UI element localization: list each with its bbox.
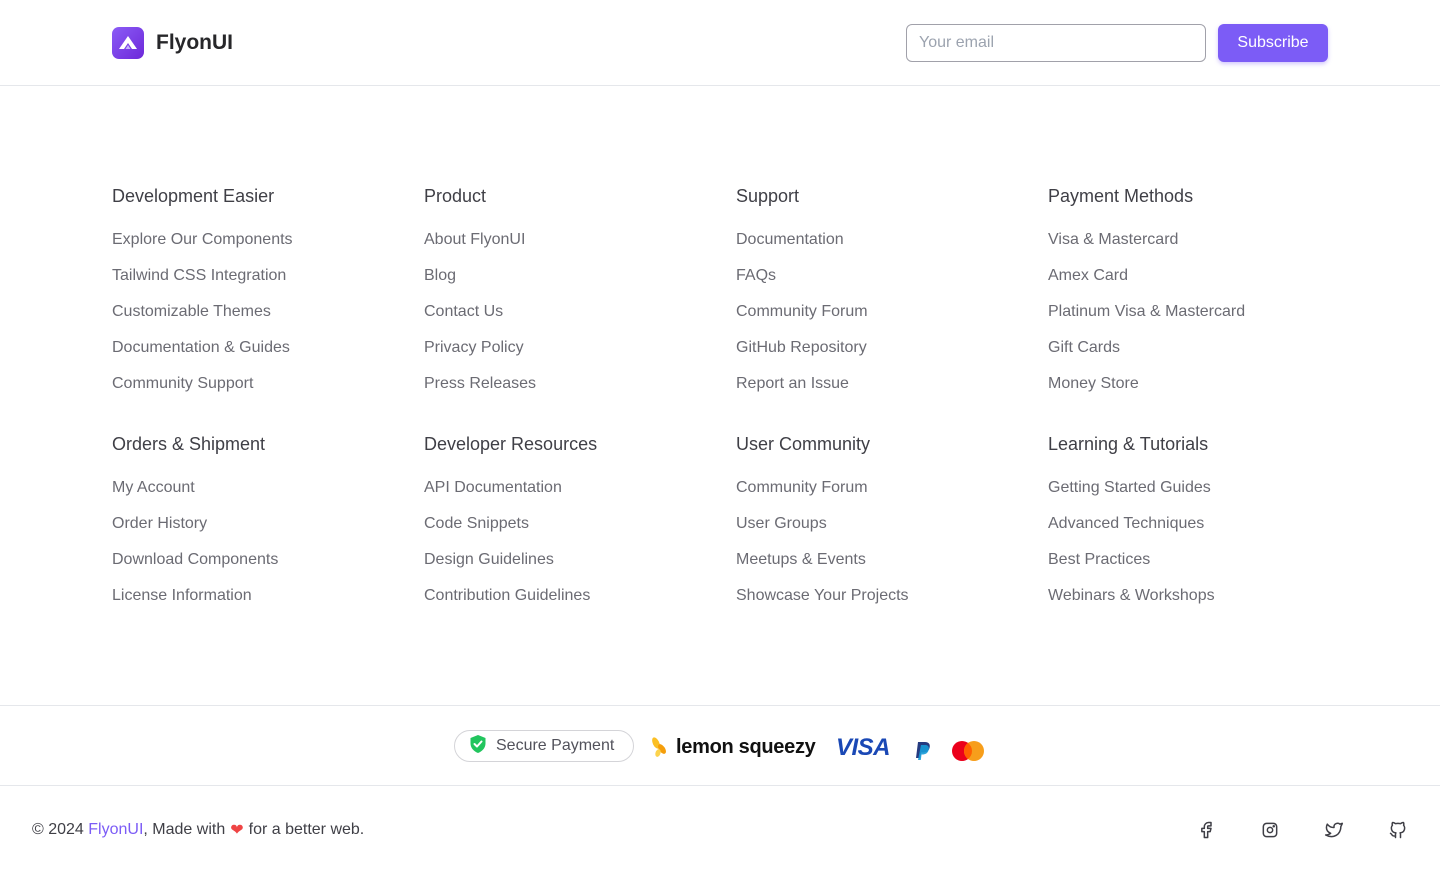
footer-link[interactable]: Code Snippets xyxy=(424,515,529,532)
footer-link[interactable]: Getting Started Guides xyxy=(1048,479,1211,496)
subscribe-form: Subscribe xyxy=(906,24,1328,62)
twitter-icon[interactable] xyxy=(1324,820,1344,840)
column-title: Payment Methods xyxy=(1048,186,1194,206)
footer-link[interactable]: About FlyonUI xyxy=(424,231,525,248)
brand-name: FlyonUI xyxy=(156,31,233,54)
mastercard-logo xyxy=(951,740,985,767)
github-icon[interactable] xyxy=(1388,820,1408,840)
column-title: Developer Resources xyxy=(424,434,598,454)
footer-link[interactable]: Press Releases xyxy=(424,375,536,392)
footer-link[interactable]: Gift Cards xyxy=(1048,339,1120,356)
footer-link[interactable]: Documentation & Guides xyxy=(112,339,290,356)
footer-column-product: Product About FlyonUI Blog Contact Us Pr… xyxy=(424,184,724,410)
copyright-prefix: © 2024 xyxy=(32,821,89,838)
footer-link[interactable]: Meetups & Events xyxy=(736,551,866,568)
footer-link[interactable]: Explore Our Components xyxy=(112,231,293,248)
footer-column-development-easier: Development Easier Explore Our Component… xyxy=(112,184,412,410)
footer-link[interactable]: Showcase Your Projects xyxy=(736,587,909,604)
footer-link[interactable]: License Information xyxy=(112,587,252,604)
footer-link[interactable]: Documentation xyxy=(736,231,844,248)
column-title: Product xyxy=(424,186,487,206)
instagram-icon[interactable] xyxy=(1260,820,1280,840)
column-title: Support xyxy=(736,186,800,206)
column-title: Learning & Tutorials xyxy=(1048,434,1209,454)
footer-link[interactable]: Tailwind CSS Integration xyxy=(112,267,286,284)
flyonui-logo-icon xyxy=(112,27,144,59)
made-with-text: , Made with xyxy=(143,821,226,838)
footer-link[interactable]: Money Store xyxy=(1048,375,1139,392)
footer-link[interactable]: Blog xyxy=(424,267,456,284)
footer-link[interactable]: GitHub Repository xyxy=(736,339,867,356)
footer-link[interactable]: Report an Issue xyxy=(736,375,849,392)
heart-icon: ❤ xyxy=(230,822,244,839)
bottom-bar: © 2024 FlyonUI, Made with ❤ for a better w… xyxy=(0,786,1440,874)
footer-link[interactable]: Community Forum xyxy=(736,479,868,496)
lemon-squeezy-logo: lemon squeezy xyxy=(650,735,816,759)
column-title: User Community xyxy=(736,434,871,454)
footer-link[interactable]: API Documentation xyxy=(424,479,562,496)
footer-link[interactable]: Visa & Mastercard xyxy=(1048,231,1178,248)
footer-link[interactable]: Order History xyxy=(112,515,207,532)
footer-link[interactable]: Best Practices xyxy=(1048,551,1150,568)
footer-link[interactable]: Advanced Techniques xyxy=(1048,515,1204,532)
footer-link[interactable]: Customizable Themes xyxy=(112,303,271,320)
footer-link[interactable]: User Groups xyxy=(736,515,827,532)
facebook-icon[interactable] xyxy=(1196,820,1216,840)
brand[interactable]: FlyonUI xyxy=(112,27,233,59)
brand-link[interactable]: FlyonUI xyxy=(88,821,143,839)
shield-check-icon xyxy=(469,734,487,759)
secure-payment-badge: Secure Payment xyxy=(454,730,634,762)
subscribe-button[interactable]: Subscribe xyxy=(1218,24,1328,62)
footer-link[interactable]: Download Components xyxy=(112,551,278,568)
copyright: © 2024 FlyonUI, Made with ❤ for a better w… xyxy=(32,820,364,840)
footer-link[interactable]: Community Forum xyxy=(736,303,868,320)
email-input[interactable] xyxy=(906,24,1206,62)
footer-link[interactable]: Platinum Visa & Mastercard xyxy=(1048,303,1245,320)
footer-link[interactable]: Webinars & Workshops xyxy=(1048,587,1215,604)
footer-column-support: Support Documentation FAQs Community For… xyxy=(736,184,1036,410)
visa-logo: VISA xyxy=(836,734,891,761)
footer-column-developer-resources: Developer Resources API Documentation Co… xyxy=(424,432,724,622)
footer-link[interactable]: Contact Us xyxy=(424,303,503,320)
footer-link[interactable]: Design Guidelines xyxy=(424,551,554,568)
paypal-logo xyxy=(914,741,932,766)
footer-link[interactable]: Privacy Policy xyxy=(424,339,524,356)
footer-link[interactable]: My Account xyxy=(112,479,195,496)
footer-link[interactable]: Contribution Guidelines xyxy=(424,587,590,604)
footer-link[interactable]: FAQs xyxy=(736,267,776,284)
column-title: Orders & Shipment xyxy=(112,434,266,454)
secure-payment-label: Secure Payment xyxy=(496,737,615,754)
lemon-icon xyxy=(652,737,666,757)
footer-link[interactable]: Amex Card xyxy=(1048,267,1128,284)
top-bar: FlyonUI Subscribe xyxy=(0,0,1440,86)
footer-column-learning-tutorials: Learning & Tutorials Getting Started Gui… xyxy=(1048,432,1348,622)
payment-methods-bar: Secure Payment lemon squeezy VISA xyxy=(0,705,1440,786)
footer-column-payment-methods: Payment Methods Visa & Mastercard Amex C… xyxy=(1048,184,1348,410)
footer-column-user-community: User Community Community Forum User Grou… xyxy=(736,432,1036,622)
footer-link[interactable]: Community Support xyxy=(112,375,253,392)
footer-column-orders-shipment: Orders & Shipment My Account Order Histo… xyxy=(112,432,412,622)
lemon-squeezy-label: lemon squeezy xyxy=(676,735,816,758)
column-title: Development Easier xyxy=(112,186,275,206)
copyright-suffix: for a better web. xyxy=(248,821,365,838)
